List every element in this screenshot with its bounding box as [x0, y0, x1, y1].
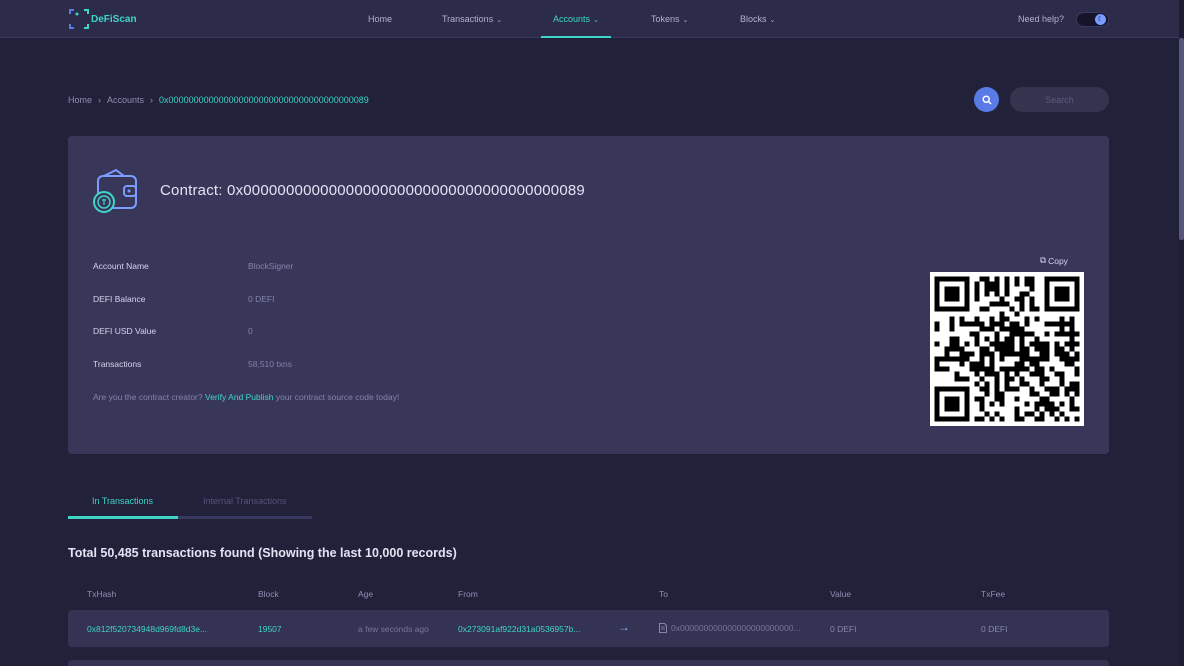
search-button[interactable] — [974, 87, 999, 112]
breadcrumb: Home › Accounts › 0x00000000000000000000… — [68, 95, 369, 105]
col-value: Value — [830, 589, 852, 599]
chevron-right-icon: › — [98, 95, 102, 105]
row-to-address[interactable]: 0x000000000000000000000000... — [671, 623, 801, 633]
top-navbar: DeFiScan Home Transactions ⌄ Accounts ⌄ To… — [0, 0, 1184, 38]
copy-icon: ⧉ — [1040, 255, 1047, 265]
row-age: a few seconds ago — [358, 624, 429, 634]
account-name-value: BlockSigner — [248, 261, 294, 271]
copy-button[interactable]: ⧉ Copy — [1040, 255, 1068, 266]
scrollbar[interactable] — [1179, 0, 1184, 666]
chevron-down-icon: ⌄ — [496, 17, 503, 24]
row-txfee: 0 DEFI — [981, 624, 1008, 634]
breadcrumb-home[interactable]: Home — [68, 95, 92, 105]
transactions-summary: Total 50,485 transactions found (Showing… — [68, 546, 457, 560]
contract-file-icon — [659, 623, 667, 633]
scrollbar-thumb[interactable] — [1179, 38, 1184, 240]
arrow-right-icon: → — [618, 620, 630, 634]
creator-suffix: your contract source code today! — [275, 392, 400, 402]
nav-tokens[interactable]: Tokens ⌄ — [651, 0, 688, 38]
contract-title: Contract: 0x0000000000000000000000000000… — [160, 182, 585, 199]
breadcrumb-current: 0x00000000000000000000000000000000000000… — [159, 95, 369, 105]
tab-in-transactions[interactable]: In Transactions — [92, 496, 153, 506]
nav-transactions-label: Transactions — [442, 14, 494, 24]
logo-icon — [68, 8, 90, 30]
col-to: To — [659, 589, 668, 599]
logo-text: DeFiScan — [91, 13, 137, 25]
search-icon — [981, 94, 992, 105]
nav-home-label: Home — [368, 14, 393, 24]
row-block[interactable]: 19507 — [258, 624, 282, 634]
nav-transactions[interactable]: Transactions ⌄ — [442, 0, 502, 38]
qr-code — [930, 272, 1084, 426]
nav-blocks-label: Blocks — [740, 14, 767, 24]
wallet-icon — [92, 168, 140, 216]
creator-prefix: Are you the contract creator? — [93, 392, 203, 402]
chevron-down-icon: ⌄ — [593, 17, 599, 24]
moon-icon: ☾ — [1095, 14, 1106, 25]
table-row — [68, 660, 1109, 666]
row-from[interactable]: 0x273091af922d31a0536957b... — [458, 624, 580, 634]
copy-label: Copy — [1048, 255, 1068, 266]
contract-card: Contract: 0x0000000000000000000000000000… — [68, 136, 1109, 454]
nav-home[interactable]: Home — [368, 0, 392, 38]
row-value: 0 DEFI — [830, 624, 857, 634]
chevron-down-icon: ⌄ — [682, 17, 689, 24]
breadcrumb-accounts[interactable]: Accounts — [107, 95, 144, 105]
creator-notice: Are you the contract creator? Verify And… — [93, 392, 399, 402]
usd-value-label: DEFI USD Value — [93, 326, 157, 336]
nav-tokens-label: Tokens — [651, 14, 680, 24]
col-txfee: TxFee — [981, 589, 1006, 599]
col-txhash: TxHash — [87, 589, 117, 599]
usd-value-value: 0 — [248, 326, 253, 336]
account-name-label: Account Name — [93, 261, 149, 271]
tab-underline-active — [68, 516, 178, 519]
help-link[interactable]: Need help? — [1018, 14, 1064, 24]
chevron-right-icon: › — [150, 95, 154, 105]
col-age: Age — [358, 589, 374, 599]
theme-toggle[interactable]: ☾ — [1076, 12, 1109, 27]
logo[interactable]: DeFiScan — [68, 8, 137, 30]
transactions-label: Transactions — [93, 359, 142, 369]
row-txhash[interactable]: 0x812f520734948d969fd8d3e... — [87, 624, 207, 634]
transactions-value: 58,510 txns — [248, 359, 292, 369]
table-row — [68, 610, 1109, 647]
row-to[interactable]: 0x000000000000000000000000... — [659, 623, 801, 633]
verify-publish-link[interactable]: Verify And Publish — [205, 392, 274, 402]
nav-accounts-label: Accounts — [553, 14, 591, 24]
tab-internal-transactions[interactable]: Internal Transactions — [203, 496, 287, 506]
search-input[interactable] — [1010, 87, 1109, 112]
nav-blocks[interactable]: Blocks ⌄ — [740, 0, 775, 38]
chevron-down-icon: ⌄ — [769, 17, 776, 24]
defi-balance-label: DEFI Balance — [93, 294, 146, 304]
nav-accounts[interactable]: Accounts ⌄ — [541, 0, 611, 38]
defi-balance-value: 0 DEFI — [248, 294, 275, 304]
col-from: From — [458, 589, 478, 599]
col-block: Block — [258, 589, 279, 599]
